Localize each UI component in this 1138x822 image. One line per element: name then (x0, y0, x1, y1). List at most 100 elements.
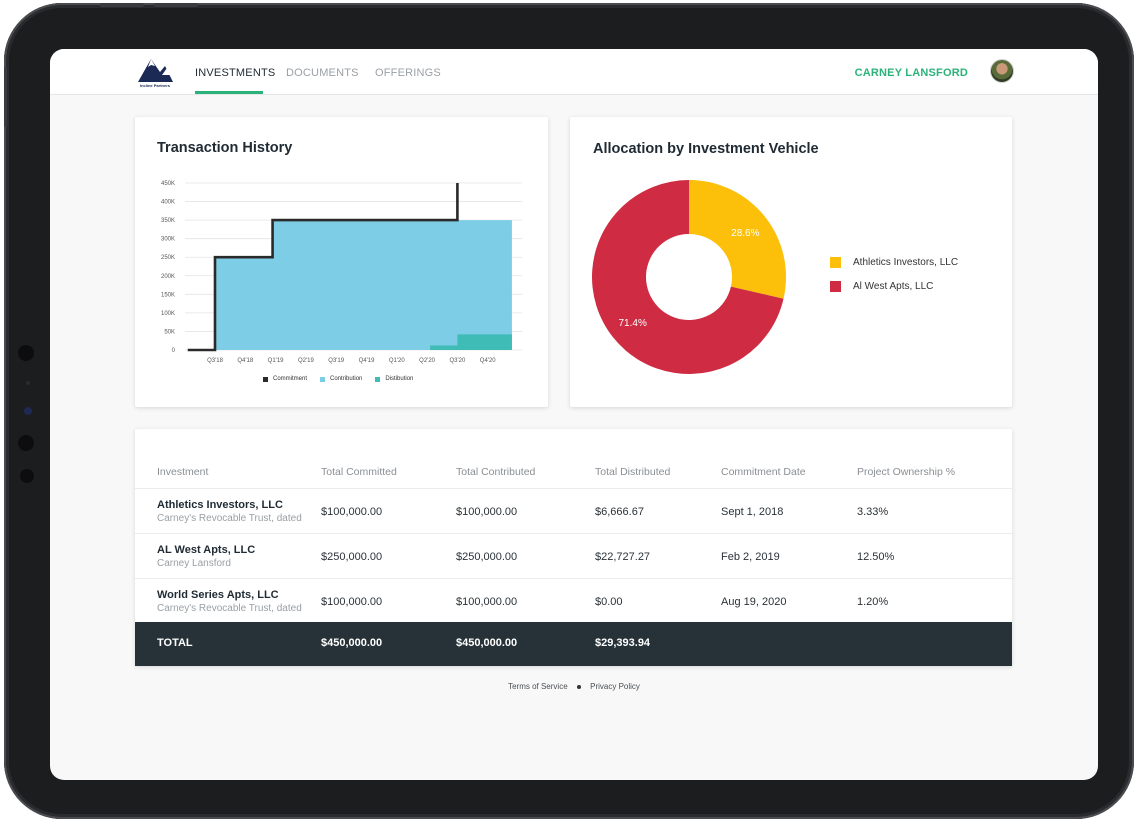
sensor-2 (26, 381, 30, 385)
tab-investments[interactable]: INVESTMENTS (195, 67, 275, 79)
donut-slice (689, 180, 786, 299)
allocation-card: Allocation by Investment Vehicle 28.6% 71… (570, 117, 1012, 407)
header-total-contributed[interactable]: Total Contributed (456, 466, 535, 478)
row-distributed: $0.00 (595, 596, 623, 608)
legend-swatch-athletics (830, 257, 841, 268)
x-tick-label: Q2'19 (298, 358, 314, 364)
total-committed: $450,000.00 (321, 637, 383, 649)
logo-mark (138, 59, 173, 82)
header-commitment-date[interactable]: Commitment Date (721, 466, 806, 478)
top-navbar: Incline Partners INVESTMENTS DOCUMENTS O… (50, 49, 1098, 95)
x-tick-label: Q1'19 (268, 358, 284, 364)
table-row[interactable]: World Series Apts, LLC Carney's Revocabl… (135, 578, 1012, 623)
legend-label-distribution: Distibution (385, 376, 414, 382)
volume-down-button (154, 3, 198, 7)
y-tick-label: 50K (164, 329, 175, 335)
row-date: Feb 2, 2019 (721, 551, 780, 563)
row-committed: $250,000.00 (321, 551, 383, 563)
row-contributed: $250,000.00 (456, 551, 518, 563)
row-committed: $100,000.00 (321, 506, 383, 518)
sensor-3 (18, 435, 34, 451)
row-ownership: 1.20% (857, 596, 889, 608)
row-committed: $100,000.00 (321, 596, 383, 608)
y-tick-label: 150K (161, 292, 175, 298)
row-investor-name: Carney's Revocable Trust, dated (157, 513, 302, 524)
legend-swatch-contribution (320, 376, 326, 382)
donut-slice-label: 28.6% (731, 228, 759, 239)
footer-separator (576, 684, 581, 689)
user-name[interactable]: CARNEY LANSFORD (855, 67, 968, 79)
allocation-legend: Athletics Investors, LLC Al West Apts, L… (830, 257, 958, 305)
transaction-history-card: Transaction History 0 50K 100K 150K 200K 250K… (135, 117, 548, 407)
app-screen: Incline Partners INVESTMENTS DOCUMENTS O… (50, 49, 1098, 780)
mountain-logo-icon[interactable]: Incline Partners (136, 55, 174, 89)
terms-link[interactable]: Terms of Service (508, 682, 568, 691)
volume-up-button (100, 3, 144, 7)
x-tick-label: Q1'20 (389, 358, 405, 364)
x-tick-label: Q4'18 (237, 358, 253, 364)
total-label: TOTAL (157, 637, 193, 649)
row-ownership: 12.50% (857, 551, 895, 563)
transaction-chart: 0 50K 100K 150K 200K 250K 300K 350K 400K 450K Q3'1… (161, 181, 522, 364)
row-date: Aug 19, 2020 (721, 596, 787, 608)
tab-documents[interactable]: DOCUMENTS (286, 67, 359, 79)
x-tick-label: Q3'18 (207, 358, 223, 364)
header-ownership[interactable]: Project Ownership % (857, 466, 955, 478)
row-contributed: $100,000.00 (456, 596, 518, 608)
row-investment-name: World Series Apts, LLC (157, 589, 279, 601)
total-contributed: $450,000.00 (456, 637, 518, 649)
legend-swatch-alwest (830, 281, 841, 292)
row-distributed: $22,727.27 (595, 551, 651, 563)
row-investment-name: Athletics Investors, LLC (157, 499, 283, 511)
row-date: Sept 1, 2018 (721, 506, 784, 518)
x-tick-label: Q3'20 (449, 358, 465, 364)
total-row: TOTAL $450,000.00 $450,000.00 $29,393.94 (135, 622, 1012, 666)
x-tick-label: Q4'19 (359, 358, 375, 364)
avatar[interactable] (990, 59, 1014, 83)
y-tick-label: 250K (161, 255, 175, 261)
legend-swatch-distribution (375, 376, 381, 382)
legend-label-alwest: Al West Apts, LLC (853, 281, 934, 292)
table-row[interactable]: Athletics Investors, LLC Carney's Revoca… (135, 488, 1012, 533)
row-contributed: $100,000.00 (456, 506, 518, 518)
header-total-committed[interactable]: Total Committed (321, 466, 397, 478)
x-tick-label: Q2'20 (419, 358, 435, 364)
y-tick-label: 0 (172, 348, 176, 354)
header-investment[interactable]: Investment (157, 466, 208, 478)
x-tick-label: Q4'20 (480, 358, 496, 364)
sensor-4 (20, 469, 34, 483)
row-investor-name: Carney's Revocable Trust, dated (157, 603, 302, 614)
header-total-distributed[interactable]: Total Distributed (595, 466, 670, 478)
row-distributed: $6,666.67 (595, 506, 644, 518)
investments-table: Investment Total Committed Total Contrib… (135, 429, 1012, 666)
legend-swatch-commitment (263, 376, 268, 382)
sensor-1 (18, 345, 34, 361)
allocation-legend-item[interactable]: Athletics Investors, LLC (830, 257, 958, 268)
allocation-legend-item[interactable]: Al West Apts, LLC (830, 281, 958, 292)
power-button (4, 67, 7, 127)
transaction-legend: Commitment Contribution Distibution (263, 376, 413, 382)
privacy-link[interactable]: Privacy Policy (590, 682, 640, 691)
y-tick-label: 400K (161, 200, 175, 206)
contribution-area (215, 220, 512, 350)
row-investment-name: AL West Apts, LLC (157, 544, 256, 556)
row-ownership: 3.33% (857, 506, 889, 518)
tab-offerings[interactable]: OFFERINGS (375, 67, 441, 79)
legend-label-commitment: Commitment (273, 376, 308, 382)
y-tick-label: 450K (161, 181, 175, 187)
row-investor-name: Carney Lansford (157, 558, 231, 569)
tablet-frame: Incline Partners INVESTMENTS DOCUMENTS O… (4, 3, 1134, 819)
footer: Terms of Service Privacy Policy (50, 682, 1098, 691)
donut-slice-label: 71.4% (618, 318, 646, 329)
legend-label-athletics: Athletics Investors, LLC (853, 257, 959, 268)
y-tick-label: 300K (161, 237, 175, 243)
legend-label-contribution: Contribution (330, 376, 363, 382)
total-distributed: $29,393.94 (595, 637, 651, 649)
y-tick-label: 200K (161, 274, 175, 280)
logo-text: Incline Partners (139, 83, 170, 88)
table-row[interactable]: AL West Apts, LLC Carney Lansford $250,0… (135, 533, 1012, 578)
camera-lens (24, 407, 32, 415)
y-tick-label: 100K (161, 311, 175, 317)
y-tick-label: 350K (161, 218, 175, 224)
active-tab-indicator (195, 91, 263, 94)
